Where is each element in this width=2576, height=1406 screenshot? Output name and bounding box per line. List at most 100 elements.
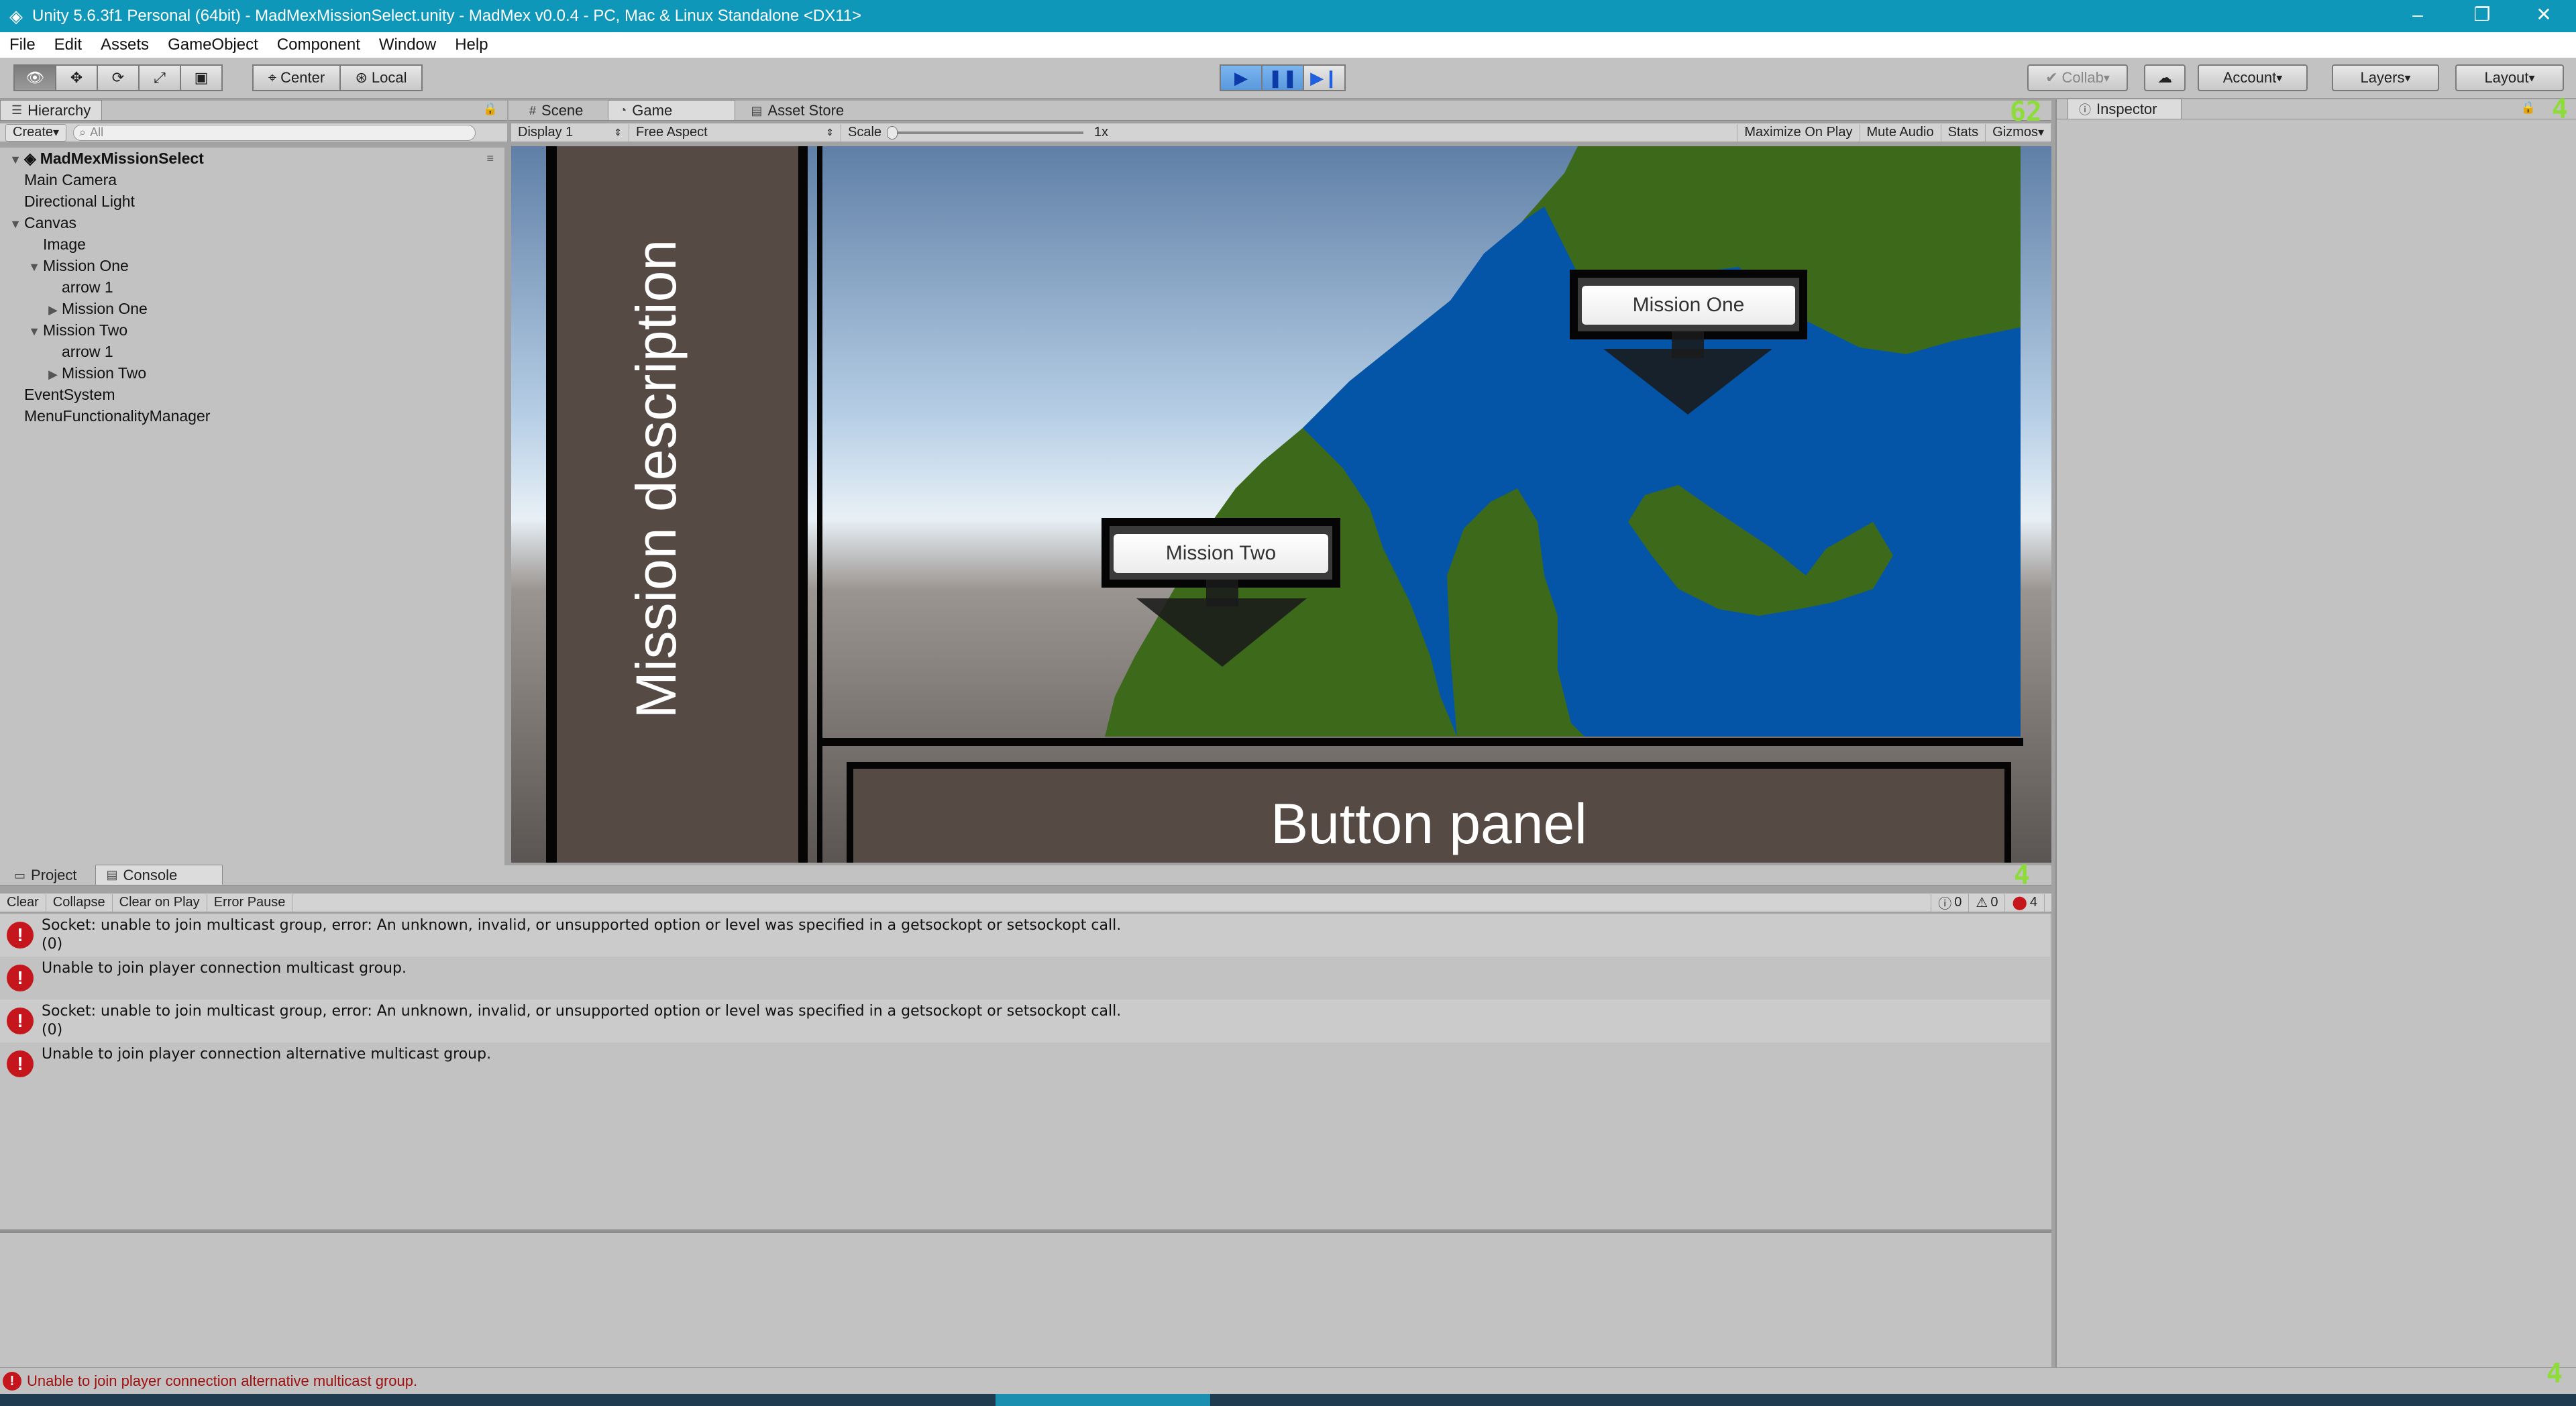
tab-inspector[interactable]: ⓘ Inspector <box>2068 99 2182 119</box>
stats-toggle[interactable]: Stats <box>1941 123 1986 142</box>
hierarchy-item[interactable]: ▼ Mission Two <box>25 319 127 341</box>
hierarchy-item[interactable]: Directional Light <box>7 191 135 212</box>
error-filter-toggle[interactable]: ⬤ 4 <box>2005 894 2045 912</box>
error-icon: ! <box>7 1050 34 1077</box>
expand-arrow-icon[interactable]: ▼ <box>25 256 43 278</box>
hierarchy-list: ▼ ◈ MadMexMissionSelect ≡ Main Camera Direc… <box>0 148 504 865</box>
cloud-icon[interactable]: ☁ <box>2144 64 2186 91</box>
maximize-on-play-toggle[interactable]: Maximize On Play <box>1737 123 1860 142</box>
scene-root[interactable]: ▼ ◈ MadMexMissionSelect ≡ <box>7 148 500 169</box>
display-select[interactable]: Display 1 ⇕ <box>511 123 629 142</box>
taskbar-active-app[interactable] <box>996 1394 1210 1406</box>
restore-button[interactable]: ❐ <box>2450 0 2514 32</box>
scale-slider-thumb[interactable] <box>887 125 898 140</box>
tab-project[interactable]: ▭ Project <box>3 866 89 885</box>
tab-hierarchy[interactable]: ☰ Hierarchy <box>0 100 103 120</box>
view-tool-icon[interactable]: 👁 <box>13 64 56 91</box>
expand-arrow-icon[interactable]: ▼ <box>7 213 24 235</box>
layers-dropdown[interactable]: Layers <box>2332 64 2439 91</box>
mission-one-button[interactable]: Mission One <box>1582 286 1795 325</box>
lock-icon[interactable]: 🔒 <box>2521 101 2536 115</box>
console-clear-button[interactable]: Clear <box>0 894 46 912</box>
scale-tool-icon[interactable]: ⤢ <box>138 64 181 91</box>
menu-window[interactable]: Window <box>370 36 445 54</box>
log-message-line1: Socket: unable to join multicast group, … <box>42 1003 1122 1020</box>
hierarchy-search-input[interactable]: ⌕ All <box>73 124 476 141</box>
game-tab-label: Game <box>632 101 673 119</box>
scale-value: 1x <box>1093 125 1108 140</box>
hierarchy-item[interactable]: ▼ Canvas <box>7 212 76 233</box>
game-view[interactable]: Mission description Button panel Mission… <box>511 146 2051 863</box>
expand-arrow-icon[interactable]: ▶ <box>44 364 62 385</box>
tab-scene[interactable]: # Scene <box>518 101 594 120</box>
expand-arrow-icon[interactable]: ▼ <box>7 149 24 170</box>
console-collapse-toggle[interactable]: Collapse <box>46 894 113 912</box>
menu-help[interactable]: Help <box>445 36 497 54</box>
log-entry[interactable]: ! Unable to join player connection multi… <box>0 957 2050 999</box>
hierarchy-item[interactable]: ▶ Mission Two <box>44 362 146 384</box>
expand-arrow-icon[interactable]: ▶ <box>44 299 62 321</box>
hierarchy-item[interactable]: Main Camera <box>7 169 117 191</box>
account-dropdown[interactable]: Account <box>2198 64 2308 91</box>
warning-filter-toggle[interactable]: ⚠ 0 <box>1969 894 2006 912</box>
scale-slider[interactable] <box>887 125 1083 140</box>
hierarchy-item[interactable]: arrow 1 <box>44 341 113 362</box>
menu-component[interactable]: Component <box>268 36 370 54</box>
console-error-pause-toggle[interactable]: Error Pause <box>207 894 293 912</box>
inspector-panel: ⓘ Inspector 🔒 4 <box>2055 94 2576 1367</box>
tab-asset-store[interactable]: ▤ Asset Store <box>739 101 855 120</box>
gizmos-label: Gizmos <box>1992 125 2038 140</box>
tab-game[interactable]: ◔ Game <box>608 100 736 120</box>
expand-arrow-icon[interactable]: ▼ <box>25 321 43 342</box>
log-entry[interactable]: ! Unable to join player connection alter… <box>0 1042 2050 1085</box>
step-button-icon[interactable]: ▶❙ <box>1303 64 1346 91</box>
hierarchy-item[interactable]: EventSystem <box>7 384 115 405</box>
log-entry[interactable]: ! Socket: unable to join multicast group… <box>0 914 2050 957</box>
layout-dropdown[interactable]: Layout <box>2455 64 2564 91</box>
info-filter-toggle[interactable]: ⓘ 0 <box>1931 894 1970 912</box>
playmode-controls: ▶ ❚❚ ▶❙ <box>1220 64 1346 91</box>
rotate-tool-icon[interactable]: ⟳ <box>97 64 140 91</box>
menu-file[interactable]: File <box>0 36 45 54</box>
lock-icon[interactable]: 🔒 <box>483 102 498 116</box>
aspect-select[interactable]: Free Aspect ⇕ <box>629 123 841 142</box>
log-entry[interactable]: ! Socket: unable to join multicast group… <box>0 999 2050 1042</box>
pivot-center-button[interactable]: ⌖ Center <box>252 64 341 91</box>
hierarchy-item[interactable]: ▼ Mission One <box>25 255 129 276</box>
menu-gameobject[interactable]: GameObject <box>158 36 268 54</box>
game-pacman-icon: ◔ <box>619 103 627 117</box>
rect-tool-icon[interactable]: ▣ <box>180 64 223 91</box>
close-button[interactable]: ✕ <box>2512 0 2576 32</box>
hierarchy-item[interactable]: ▶ Mission One <box>44 298 148 319</box>
main-toolbar: 👁 ✥ ⟳ ⤢ ▣ ⌖ Center ⊛ Local ▶ ❚❚ ▶❙ ✔ Collab… <box>0 58 2576 99</box>
hierarchy-list-icon: ☰ <box>11 103 23 117</box>
hierarchy-item[interactable]: MenuFunctionalityManager <box>7 405 210 427</box>
console-clear-on-play-toggle[interactable]: Clear on Play <box>113 894 207 912</box>
mission-two-button[interactable]: Mission Two <box>1114 534 1328 573</box>
console-tab-label: Console <box>123 866 178 883</box>
console-icon: ▤ <box>106 868 118 881</box>
create-dropdown[interactable]: Create <box>5 123 67 142</box>
hierarchy-item[interactable]: arrow 1 <box>44 276 113 298</box>
display-label: Display 1 <box>518 125 574 140</box>
hierarchy-item-label: EventSystem <box>24 386 115 403</box>
collab-button[interactable]: ✔ Collab <box>2027 64 2128 91</box>
hierarchy-item[interactable]: Image <box>25 233 86 255</box>
search-placeholder: All <box>90 125 104 139</box>
pivot-local-button[interactable]: ⊛ Local <box>339 64 423 91</box>
tab-console[interactable]: ▤ Console <box>95 865 223 885</box>
mute-audio-toggle[interactable]: Mute Audio <box>1860 123 1941 142</box>
menu-assets[interactable]: Assets <box>91 36 158 54</box>
layout-area: Layout <box>2455 64 2564 91</box>
minimize-button[interactable]: – <box>2385 0 2450 32</box>
status-message[interactable]: Unable to join player connection alterna… <box>27 1372 417 1390</box>
store-bag-icon: ▤ <box>751 103 763 117</box>
gizmos-dropdown[interactable]: Gizmos <box>1986 123 2051 142</box>
play-button-icon[interactable]: ▶ <box>1220 64 1263 91</box>
scene-menu-icon[interactable]: ≡ <box>486 148 494 169</box>
collab-label: Collab <box>2061 69 2104 86</box>
overlay-number-icon: 4 <box>2013 860 2030 891</box>
move-tool-icon[interactable]: ✥ <box>55 64 98 91</box>
pause-button-icon[interactable]: ❚❚ <box>1261 64 1304 91</box>
menu-edit[interactable]: Edit <box>45 36 91 54</box>
